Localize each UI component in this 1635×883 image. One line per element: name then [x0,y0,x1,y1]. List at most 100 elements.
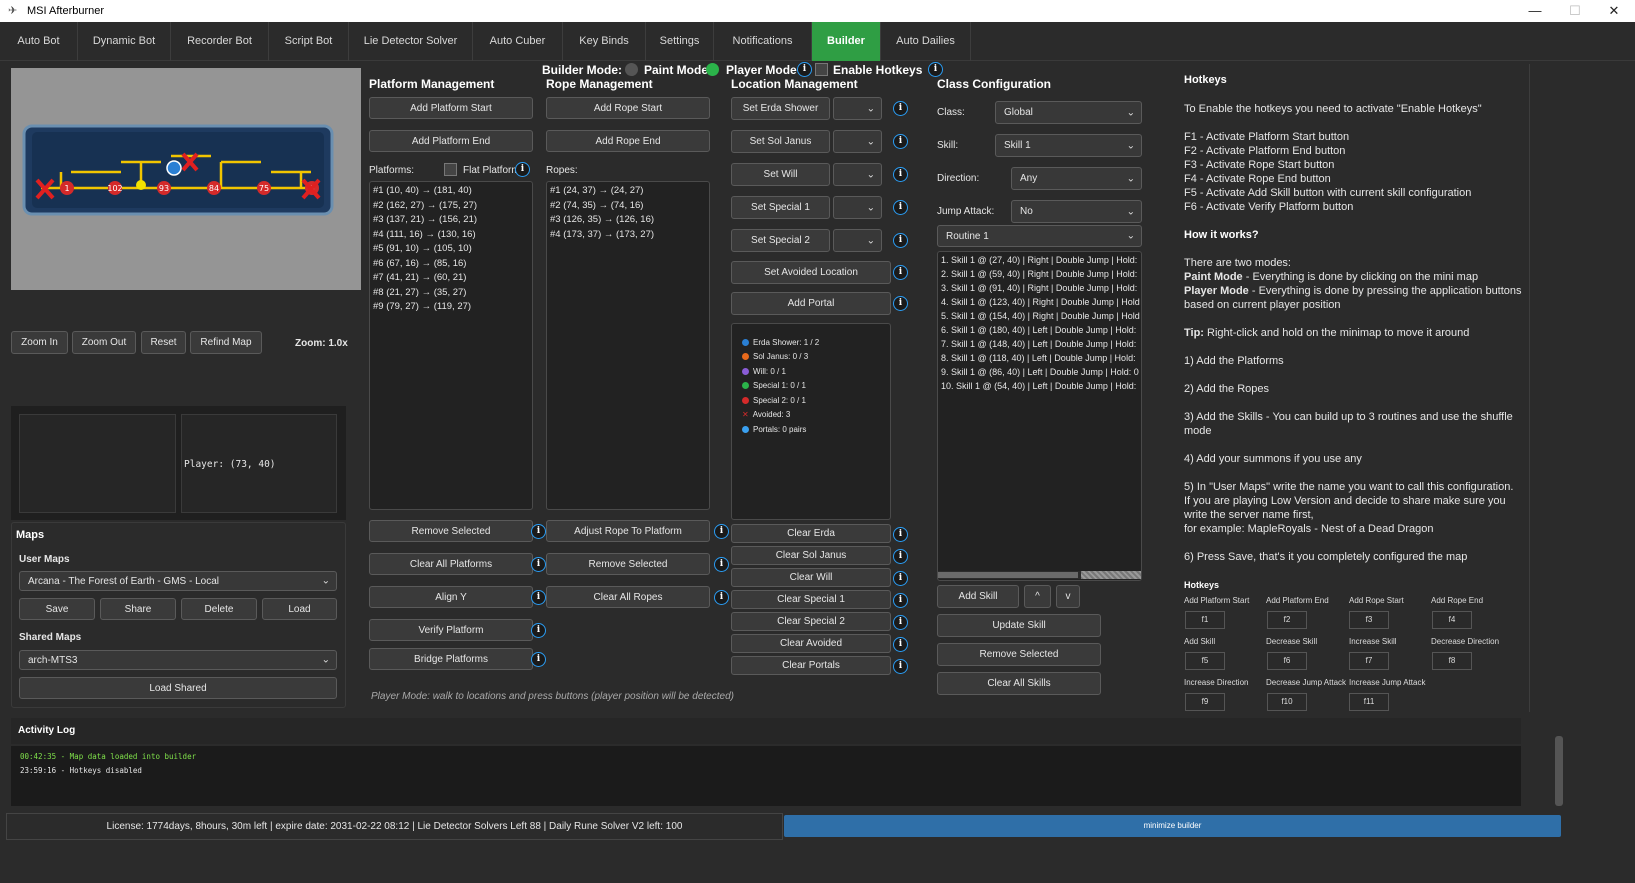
set-will-button[interactable]: Set Will [731,163,830,186]
update-skill-button[interactable]: Update Skill [937,614,1101,637]
list-item[interactable]: #1 (24, 37) → (24, 27) [550,185,706,200]
tab-key-binds[interactable]: Key Binds [563,22,646,61]
list-item[interactable]: #3 (126, 35) → (126, 16) [550,214,706,229]
remove-rope-button[interactable]: Remove Selected [546,553,710,575]
minimap-canvas[interactable]: 1 102 93 84 75 6 [11,68,361,290]
set-avoided-location-button[interactable]: Set Avoided Location [731,261,891,284]
add-portal-button[interactable]: Add Portal [731,292,891,315]
clear-will-button[interactable]: Clear Will [731,568,891,587]
list-item[interactable]: 4. Skill 1 @ (123, 40) | Right | Double … [941,297,1140,311]
bridge-platforms-info-icon[interactable]: i [531,652,546,667]
platforms-list[interactable]: #1 (10, 40) → (181, 40) #2 (162, 27) → (… [369,181,533,510]
close-window-button[interactable]: ✕ [1594,1,1634,21]
paint-mode-radio[interactable] [625,63,638,76]
activity-log[interactable]: 00:42:35 - Map data loaded into builder … [11,746,1521,806]
move-skill-up-button[interactable]: ^ [1024,585,1051,608]
list-item[interactable]: #2 (74, 35) → (74, 16) [550,200,706,215]
user-maps-select[interactable]: Arcana - The Forest of Earth - GMS - Loc… [19,571,337,591]
move-skill-down-button[interactable]: v [1056,585,1080,608]
add-rope-start-button[interactable]: Add Rope Start [546,97,710,119]
player-mode-info-icon[interactable]: i [797,62,812,77]
horizontal-scrollbar[interactable] [938,571,1141,579]
list-item[interactable]: 5. Skill 1 @ (154, 40) | Right | Double … [941,311,1140,325]
skill-select[interactable]: Skill 1 ⌄ [995,134,1142,157]
add-platform-start-button[interactable]: Add Platform Start [369,97,533,119]
clear-skills-button[interactable]: Clear All Skills [937,672,1101,695]
clear-special-1-button[interactable]: Clear Special 1 [731,590,891,609]
clear-will-info-icon[interactable]: i [893,571,908,586]
list-item[interactable]: 10. Skill 1 @ (54, 40) | Left | Double J… [941,381,1138,395]
clear-ropes-info-icon[interactable]: i [714,590,729,605]
remove-rope-info-icon[interactable]: i [714,557,729,572]
skills-list[interactable]: 1. Skill 1 @ (27, 40) | Right | Double J… [937,251,1142,581]
verify-platform-info-icon[interactable]: i [531,623,546,638]
add-rope-end-button[interactable]: Add Rope End [546,130,710,152]
clear-portals-info-icon[interactable]: i [893,659,908,674]
tab-builder[interactable]: Builder [812,22,881,61]
list-item[interactable]: #3 (137, 21) → (156, 21) [373,214,529,229]
sol-info-icon[interactable]: i [893,134,908,149]
set-special-2-button[interactable]: Set Special 2 [731,229,830,252]
zoom-out-button[interactable]: Zoom Out [72,331,136,354]
list-item[interactable]: 3. Skill 1 @ (91, 40) | Right | Double J… [941,283,1138,297]
special-2-slot-select[interactable]: ⌄ [833,229,882,252]
list-item[interactable]: 1. Skill 1 @ (27, 40) | Right | Double J… [941,255,1138,269]
maximize-window-button[interactable]: ☐ [1555,1,1595,21]
ropes-list[interactable]: #1 (24, 37) → (24, 27) #2 (74, 35) → (74… [546,181,710,510]
clear-erda-button[interactable]: Clear Erda [731,524,891,543]
list-item[interactable]: #6 (67, 16) → (85, 16) [373,258,529,273]
hotkey-input[interactable]: f7 [1349,652,1389,670]
list-item[interactable]: #5 (91, 10) → (105, 10) [373,243,529,258]
refind-map-button[interactable]: Refind Map [190,331,262,354]
hotkey-input[interactable]: f11 [1349,693,1389,711]
clear-ropes-button[interactable]: Clear All Ropes [546,586,710,608]
list-item[interactable]: 6. Skill 1 @ (180, 40) | Left | Double J… [941,325,1138,339]
set-erda-shower-button[interactable]: Set Erda Shower [731,97,830,120]
hotkey-input[interactable]: f2 [1267,611,1307,629]
portal-info-icon[interactable]: i [893,296,908,311]
clear-avoided-info-icon[interactable]: i [893,637,908,652]
adjust-rope-info-icon[interactable]: i [714,524,729,539]
clear-special-1-info-icon[interactable]: i [893,593,908,608]
remove-skill-button[interactable]: Remove Selected [937,643,1101,666]
hotkey-input[interactable]: f4 [1432,611,1472,629]
zoom-in-button[interactable]: Zoom In [11,331,68,354]
tab-dynamic-bot[interactable]: Dynamic Bot [78,22,171,61]
tab-recorder-bot[interactable]: Recorder Bot [171,22,269,61]
will-info-icon[interactable]: i [893,167,908,182]
list-item[interactable]: #9 (79, 27) → (119, 27) [373,301,529,316]
routine-select[interactable]: Routine 1 ⌄ [937,225,1142,247]
tab-script-bot[interactable]: Script Bot [269,22,349,61]
special-2-info-icon[interactable]: i [893,233,908,248]
align-y-info-icon[interactable]: i [531,590,546,605]
add-skill-button[interactable]: Add Skill [937,585,1019,608]
clear-platforms-info-icon[interactable]: i [531,557,546,572]
special-1-slot-select[interactable]: ⌄ [833,196,882,219]
tab-notifications[interactable]: Notifications [714,22,812,61]
will-slot-select[interactable]: ⌄ [833,163,882,186]
reset-zoom-button[interactable]: Reset [141,331,186,354]
adjust-rope-button[interactable]: Adjust Rope To Platform [546,520,710,542]
hotkey-input[interactable]: f8 [1432,652,1472,670]
direction-select[interactable]: Any ⌄ [1011,167,1142,190]
remove-platform-button[interactable]: Remove Selected [369,520,533,542]
load-shared-button[interactable]: Load Shared [19,677,337,699]
tab-auto-bot[interactable]: Auto Bot [0,22,78,61]
set-special-1-button[interactable]: Set Special 1 [731,196,830,219]
minimize-window-button[interactable]: — [1515,1,1555,21]
erda-slot-select[interactable]: ⌄ [833,97,882,120]
list-item[interactable]: #8 (21, 27) → (35, 27) [373,287,529,302]
list-item[interactable]: #1 (10, 40) → (181, 40) [373,185,529,200]
clear-avoided-button[interactable]: Clear Avoided [731,634,891,653]
remove-platform-info-icon[interactable]: i [531,524,546,539]
player-mode-radio[interactable] [706,63,719,76]
class-select[interactable]: Global ⌄ [995,101,1142,124]
hotkey-input[interactable]: f6 [1267,652,1307,670]
hotkey-input[interactable]: f1 [1185,611,1225,629]
share-map-button[interactable]: Share [100,598,176,620]
verify-platform-button[interactable]: Verify Platform [369,619,533,641]
hotkey-input[interactable]: f10 [1267,693,1307,711]
erda-info-icon[interactable]: i [893,101,908,116]
avoided-info-icon[interactable]: i [893,265,908,280]
list-item[interactable]: 2. Skill 1 @ (59, 40) | Right | Double J… [941,269,1138,283]
